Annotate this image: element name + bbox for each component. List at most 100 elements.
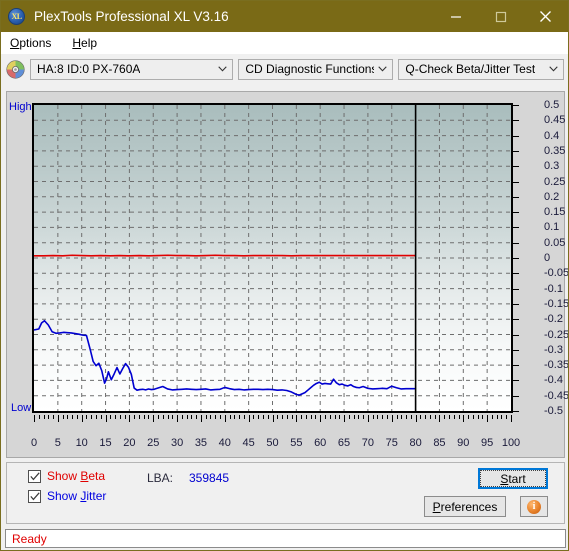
start-button[interactable]: Start [478, 468, 548, 489]
title-bar: XL PlexTools Professional XL V3.16 [1, 1, 568, 32]
x-minor-tick-mark [167, 415, 169, 419]
x-minor-tick-mark [477, 415, 479, 419]
y-tick-label: 0.2 [544, 190, 560, 203]
x-tick-label: 55 [290, 437, 303, 449]
x-tick-label: 45 [242, 437, 255, 449]
y-tick-mark [513, 288, 519, 290]
info-button[interactable]: i [520, 496, 548, 517]
x-minor-tick-mark [291, 415, 293, 419]
drive-select[interactable]: HA:8 ID:0 PX-760A [30, 58, 234, 80]
x-minor-tick-mark [358, 415, 360, 419]
x-minor-tick-mark [96, 415, 97, 419]
x-minor-tick-mark [267, 415, 269, 419]
x-minor-tick-mark [386, 415, 388, 419]
x-tick-mark [177, 415, 179, 422]
x-minor-tick-mark [282, 415, 284, 419]
y-tick-mark [513, 227, 519, 229]
y-tick-label: -0.35 [544, 359, 569, 372]
y-tick-label: 0.4 [544, 129, 560, 142]
x-tick-label: 100 [501, 437, 521, 449]
y-tick-mark [513, 105, 519, 106]
x-tick-mark [129, 415, 131, 422]
chart-svg [34, 105, 511, 411]
x-tick-label: 40 [218, 437, 231, 449]
x-minor-tick-mark [363, 415, 365, 419]
x-minor-tick-mark [172, 415, 174, 419]
x-tick-label: 95 [481, 437, 494, 449]
axis-label-high: High [9, 101, 32, 113]
show-jitter-checkbox[interactable]: Show Jitter [28, 489, 106, 503]
x-tick-label: 10 [75, 437, 88, 449]
x-minor-tick-mark [72, 415, 74, 419]
drive-select-value: HA:8 ID:0 PX-760A [37, 62, 141, 76]
y-tick-label: -0.3 [544, 343, 563, 356]
y-tick-mark [513, 365, 519, 367]
x-tick-label: 20 [123, 437, 136, 449]
y-tick-label: -0.15 [544, 297, 569, 310]
x-minor-tick-mark [301, 415, 303, 419]
x-tick-mark [463, 415, 465, 422]
y-tick-mark [513, 395, 519, 397]
maximize-icon[interactable] [478, 1, 523, 32]
menu-item-options[interactable]: Options [8, 34, 60, 52]
menu-item-options-label: ptions [19, 35, 52, 50]
x-tick-label: 60 [314, 437, 327, 449]
y-tick-mark [513, 181, 519, 183]
x-minor-tick-mark [76, 415, 78, 419]
x-minor-tick-mark [286, 415, 288, 419]
x-tick-mark [224, 415, 226, 422]
y-tick-mark [513, 258, 519, 259]
test-select[interactable]: Q-Check Beta/Jitter Test [398, 58, 564, 80]
y-tick-label: 0.05 [544, 236, 566, 249]
minimize-icon[interactable] [433, 1, 478, 32]
y-tick-label: 0.5 [544, 99, 560, 111]
plot-area: 0.5 0.45 0.4 0.35 0.3 0.25 0.2 0.15 0.1 0.05 0 -0.0… [31, 99, 568, 449]
chevron-down-icon [374, 66, 390, 72]
y-tick-label: -0.05 [544, 267, 569, 280]
y-tick-mark [513, 212, 519, 214]
x-minor-tick-mark [239, 415, 241, 419]
x-minor-tick-mark [162, 415, 164, 419]
start-button-label: Start [480, 470, 546, 487]
show-beta-checkbox[interactable]: Show Beta [28, 469, 105, 483]
x-minor-tick-mark [119, 415, 121, 419]
x-minor-tick-mark [315, 415, 317, 419]
x-minor-tick-mark [48, 415, 50, 419]
x-minor-tick-mark [91, 415, 93, 419]
x-minor-tick-mark [215, 415, 217, 419]
menu-bar: Options Help [1, 32, 568, 54]
x-minor-tick-mark [86, 415, 88, 419]
x-minor-tick-mark [329, 415, 331, 419]
x-minor-tick-mark [501, 415, 503, 419]
x-tick-mark [296, 415, 298, 422]
y-tick-mark [513, 120, 519, 122]
y-tick-mark [513, 303, 519, 305]
menu-item-help[interactable]: Help [70, 34, 106, 52]
x-minor-tick-mark [110, 415, 112, 419]
x-tick-label: 85 [433, 437, 446, 449]
lba-value: 359845 [189, 471, 230, 485]
x-minor-tick-mark [406, 415, 408, 419]
x-minor-tick-mark [353, 415, 355, 419]
x-tick-mark [367, 415, 369, 422]
x-minor-tick-mark [429, 415, 431, 419]
x-tick-label: 70 [361, 437, 375, 449]
function-select-value: CD Diagnostic Functions [245, 62, 375, 76]
x-minor-tick-mark [234, 415, 236, 419]
x-minor-tick-mark [262, 415, 264, 419]
x-minor-tick-mark [62, 415, 64, 419]
close-icon[interactable] [523, 1, 568, 32]
x-tick-mark [57, 415, 59, 422]
disc-icon [6, 59, 25, 79]
x-tick-mark [272, 415, 274, 422]
function-select[interactable]: CD Diagnostic Functions [238, 58, 394, 80]
preferences-button[interactable]: Preferences [424, 496, 506, 517]
x-minor-tick-mark [434, 415, 436, 419]
x-minor-tick-mark [377, 415, 379, 419]
x-minor-tick-mark [468, 415, 470, 419]
lba-label: LBA: [147, 471, 174, 485]
x-minor-tick-mark [339, 415, 341, 419]
x-minor-tick-mark [472, 415, 474, 419]
x-minor-tick-mark [425, 415, 427, 419]
x-tick-mark [34, 415, 35, 422]
